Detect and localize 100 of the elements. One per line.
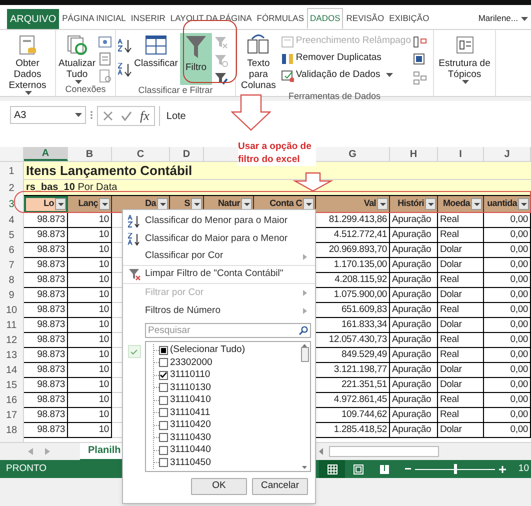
column-header[interactable]: A [24,147,68,161]
ribbon-button[interactable]: Estrutura de Tópicos [436,33,493,84]
checkbox-item[interactable]: 31110130 [159,380,211,395]
check-icon [130,348,138,354]
ribbon-button[interactable]: Validação de Dados [280,68,411,82]
column-header-cell[interactable]: Moeda [438,196,484,213]
filter-dropdown-button[interactable] [157,198,168,210]
checkbox-item[interactable]: 31110410 [159,393,211,408]
enter-button[interactable] [121,111,132,121]
slider-thumb[interactable] [454,464,457,474]
account-menu[interactable]: Marilene... [478,8,528,29]
scroll-left-icon[interactable] [318,447,325,456]
row-header[interactable]: 18 [0,423,24,438]
row-header[interactable]: 12 [0,333,24,348]
row-header[interactable]: 17 [0,408,24,423]
link-document-icon[interactable] [98,69,112,83]
ribbon-button[interactable]: Atualizar Tudo [58,33,96,84]
row-header[interactable]: 6 [0,243,24,258]
filter-dropdown-button[interactable] [99,198,110,210]
connections-icon[interactable] [98,35,112,49]
filter-dropdown-button[interactable] [471,198,482,210]
filter-dropdown-button[interactable] [55,198,66,210]
ribbon-button[interactable]: Remover Duplicatas [280,51,411,65]
row-header[interactable]: 16 [0,393,24,408]
dialog-button[interactable]: Cancelar [252,478,308,495]
row-header[interactable]: 2 [0,180,24,196]
row-header[interactable]: 15 [0,378,24,393]
menu-item[interactable]: Classificar do Menor para o Maior [123,212,315,230]
sort-descending-icon[interactable] [118,63,132,77]
name-box[interactable]: A3 [10,106,86,124]
checkbox-item[interactable]: 31110430 [159,430,211,445]
ribbon-button[interactable]: Filtro [180,33,212,85]
column-header-cell[interactable]: uantida [484,196,531,213]
advanced-filter-icon[interactable] [214,71,228,85]
ribbon-tab[interactable]: INSERIR [128,8,168,29]
menu-item[interactable]: Limpar Filtro de "Conta Contábil" [123,266,315,284]
cancel-button[interactable] [103,111,113,121]
dialog-button[interactable]: OK [191,478,247,495]
checkbox-item[interactable]: 31110420 [159,418,211,432]
zoom-slider[interactable] [415,464,496,474]
checkbox-item[interactable]: 31110110 [159,368,210,382]
ribbon-tab[interactable]: FÓRMULAS [254,8,306,29]
filter-dropdown-button[interactable] [191,198,202,210]
menu-item[interactable]: Filtros de Número [123,302,315,320]
row-header[interactable]: 10 [0,303,24,318]
ribbon-button[interactable]: Texto para Colunas [238,33,279,91]
vertical-scrollbar[interactable] [299,342,310,471]
horizontal-scrollbar[interactable] [329,446,439,457]
row-header[interactable]: 3 [0,196,24,213]
filter-dropdown-button[interactable] [377,198,388,210]
ribbon-tab[interactable]: PÁGINA INICIAL [60,8,128,29]
ribbon-tab[interactable]: EXIBIÇÃO [387,8,432,29]
zoom-in-icon[interactable] [499,466,506,472]
sort-ascending-icon[interactable] [118,39,132,53]
menu-item[interactable]: Classificar do Maior para o Menor [123,230,315,248]
column-header[interactable]: J [484,147,531,161]
column-header-cell[interactable]: Val [316,196,390,213]
row-header[interactable]: 11 [0,318,24,333]
column-header[interactable]: D [170,147,204,161]
insert-function-button[interactable]: fx [140,106,150,126]
row-header[interactable]: 5 [0,228,24,243]
column-header[interactable]: B [68,147,112,161]
row-header[interactable]: 1 [0,162,24,180]
column-header[interactable]: I [438,147,484,161]
row-header[interactable]: 7 [0,258,24,273]
row-header[interactable]: 4 [0,213,24,228]
checkbox-item[interactable]: 31110450 [159,456,211,470]
filter-dropdown-button[interactable] [241,198,252,210]
filter-dropdown-button[interactable] [425,198,436,210]
column-header-cell[interactable]: Lo [24,196,68,213]
checkbox-item[interactable]: 31110440 [159,443,211,458]
value-list[interactable]: (Selecionar Tudo) 23302000 31110110 31110130 31110410 31110411 31110420 31110430 31110440 31110450 [145,341,311,472]
row-header[interactable]: 13 [0,348,24,363]
column-header-cell[interactable]: Históri [390,196,438,213]
table-icon[interactable] [413,53,427,67]
ribbon-button[interactable]: Classificar [134,33,178,69]
normal-view-button[interactable] [319,460,346,478]
ribbon-tab[interactable]: DADOS [307,8,344,29]
ribbon-tab[interactable]: ARQUIVO [7,9,60,29]
column-header[interactable]: C [112,147,170,161]
filter-dropdown-button[interactable] [303,198,314,210]
row-header[interactable]: 9 [0,288,24,303]
scroll-thumb[interactable] [300,346,308,362]
consolidate-icon[interactable] [413,35,427,49]
column-header-cell[interactable]: Lanç [68,196,112,213]
column-header[interactable]: H [390,147,438,161]
checkbox-item[interactable]: 23302000 [159,356,212,370]
row-header[interactable]: 8 [0,273,24,288]
ribbon-button[interactable]: Obter Dados Externos [2,33,53,95]
checkbox-item[interactable]: (Selecionar Tudo) [159,343,245,358]
checkbox-item[interactable]: 31110411 [159,406,210,420]
table-cell: Real [438,228,484,243]
row-header[interactable]: 14 [0,363,24,378]
menu-item[interactable]: Classificar por Cor [123,248,315,266]
ribbon-tab[interactable]: REVISÃO [344,8,386,29]
zoom-level[interactable]: 10 [518,462,531,476]
filter-dropdown-button[interactable] [518,198,529,210]
properties-icon[interactable] [98,52,112,66]
clear-filter-icon [128,268,140,281]
search-field[interactable]: Pesquisar [145,323,311,338]
